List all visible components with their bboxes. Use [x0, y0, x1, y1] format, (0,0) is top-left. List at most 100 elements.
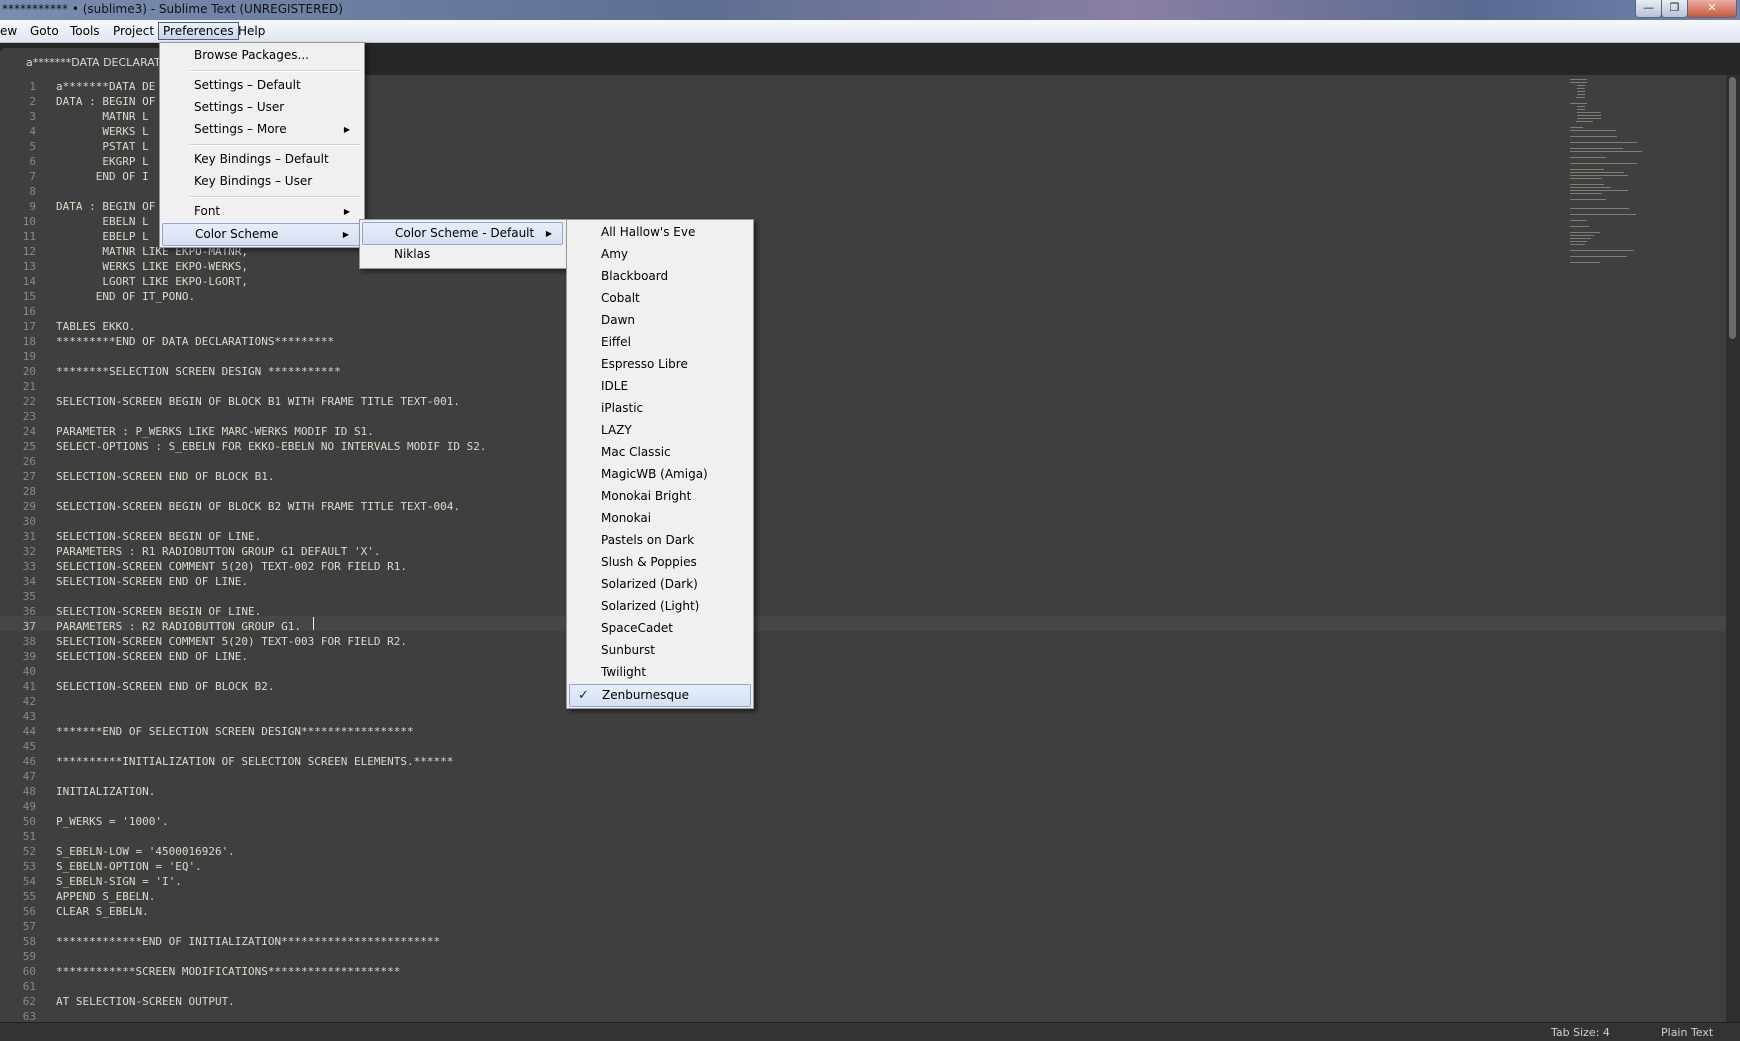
line-number: 48: [22, 785, 36, 798]
scheme-item[interactable]: Solarized (Dark): [569, 574, 751, 595]
code-line: PARAMETER : P_WERKS LIKE MARC-WERKS MODI…: [56, 425, 374, 438]
scheme-item-label: Monokai Bright: [601, 489, 692, 503]
window-title: *********** • (sublime3) - Sublime Text …: [2, 2, 343, 16]
line-number: 27: [22, 470, 36, 483]
scheme-item[interactable]: Twilight: [569, 662, 751, 683]
minimap-line: [1576, 97, 1585, 98]
maximize-button[interactable]: ❐: [1661, 0, 1688, 18]
scheme-item-label: iPlastic: [601, 401, 644, 415]
line-number: 51: [22, 830, 36, 843]
line-number: 21: [22, 380, 36, 393]
code-line: SELECTION-SCREEN END OF BLOCK B1.: [56, 470, 275, 483]
code-line: INITIALIZATION.: [56, 785, 156, 798]
menu-item-key-bindings-user[interactable]: Key Bindings – User: [162, 171, 360, 192]
file-tab[interactable]: a*******DATA DECLARATIO: [0, 48, 175, 75]
line-number: 2: [29, 95, 36, 108]
code-line: SELECTION-SCREEN COMMENT 5(20) TEXT-002 …: [56, 560, 407, 573]
menu-item-color-scheme-default[interactable]: Color Scheme - Default ▶: [362, 222, 563, 245]
menu-item-niklas[interactable]: Niklas: [362, 244, 563, 265]
syntax-indicator[interactable]: Plain Text: [1661, 1026, 1713, 1039]
scheme-item-label: Solarized (Light): [601, 599, 700, 613]
scheme-item[interactable]: MagicWB (Amiga): [569, 464, 751, 485]
menu-item-settings-user[interactable]: Settings – User: [162, 97, 360, 118]
line-number: 22: [22, 395, 36, 408]
scheme-item[interactable]: Blackboard: [569, 266, 751, 287]
menu-item-settings-more[interactable]: Settings – More ▶: [162, 119, 360, 140]
minimap-line: [1570, 226, 1589, 227]
scheme-item[interactable]: LAZY: [569, 420, 751, 441]
minimap-line: [1570, 130, 1617, 131]
menu-item-settings-default[interactable]: Settings – Default: [162, 75, 360, 96]
minimize-button[interactable]: —: [1635, 0, 1662, 18]
menu-item-key-bindings-default[interactable]: Key Bindings – Default: [162, 149, 360, 170]
scheme-item[interactable]: IDLE: [569, 376, 751, 397]
scheme-item-label: Dawn: [601, 313, 636, 327]
line-number: 58: [22, 935, 36, 948]
scheme-item-label: Zenburnesque: [602, 688, 689, 702]
code-line: END OF I: [56, 170, 149, 183]
scheme-item[interactable]: Mac Classic: [569, 442, 751, 463]
line-number: 28: [22, 485, 36, 498]
line-number: 46: [22, 755, 36, 768]
minimap-line: [1570, 127, 1584, 128]
menu-preferences[interactable]: Preferences: [158, 22, 239, 40]
minimap-line: [1577, 94, 1585, 95]
menu-tools[interactable]: Tools: [66, 23, 104, 39]
scheme-item[interactable]: Cobalt: [569, 288, 751, 309]
scheme-item[interactable]: All Hallow's Eve: [569, 222, 751, 243]
scheme-item[interactable]: Sunburst: [569, 640, 751, 661]
minimap-line: [1570, 142, 1638, 143]
scrollbar-thumb[interactable]: [1729, 77, 1736, 339]
vertical-scrollbar[interactable]: [1726, 75, 1740, 1022]
line-number: 32: [22, 545, 36, 558]
minimap-line: [1570, 256, 1628, 257]
status-bar: Tab Size: 4 Plain Text: [0, 1022, 1740, 1041]
menu-item-label: Settings – User: [194, 100, 285, 114]
menu-item-color-scheme[interactable]: Color Scheme ▶: [162, 223, 360, 246]
scheme-item[interactable]: ✓ Zenburnesque: [569, 684, 751, 707]
file-tab-label: a*******DATA DECLARATIO: [26, 56, 173, 69]
scheme-item[interactable]: Amy: [569, 244, 751, 265]
minimap-line: [1570, 136, 1618, 137]
scheme-item[interactable]: Solarized (Light): [569, 596, 751, 617]
scheme-item[interactable]: Monokai Bright: [569, 486, 751, 507]
close-button[interactable]: ✕: [1687, 0, 1737, 18]
menu-project[interactable]: Project: [109, 23, 158, 39]
line-number: 14: [22, 275, 36, 288]
code-line: *************END OF INITIALIZATION******…: [56, 935, 441, 948]
line-number: 37: [22, 620, 36, 633]
scheme-item-label: Amy: [601, 247, 628, 261]
line-number: 18: [22, 335, 36, 348]
line-number: 62: [22, 995, 36, 1008]
minimap-line: [1570, 220, 1587, 221]
code-line: SELECTION-SCREEN BEGIN OF LINE.: [56, 530, 262, 543]
line-number: 61: [22, 980, 36, 993]
menu-item-font[interactable]: Font ▶: [162, 201, 360, 222]
scheme-item[interactable]: Slush & Poppies: [569, 552, 751, 573]
menu-goto[interactable]: Goto: [26, 23, 63, 39]
minimap[interactable]: [1570, 75, 1726, 415]
code-line: SELECTION-SCREEN END OF BLOCK B2.: [56, 680, 275, 693]
scheme-item[interactable]: Monokai: [569, 508, 751, 529]
line-number: 13: [22, 260, 36, 273]
line-number: 60: [22, 965, 36, 978]
scheme-item[interactable]: Espresso Libre: [569, 354, 751, 375]
scheme-item[interactable]: Pastels on Dark: [569, 530, 751, 551]
line-number: 34: [22, 575, 36, 588]
line-number: 1: [29, 80, 36, 93]
menu-help[interactable]: Help: [234, 23, 269, 39]
scheme-item[interactable]: SpaceCadet: [569, 618, 751, 639]
line-number: 56: [22, 905, 36, 918]
line-number: 24: [22, 425, 36, 438]
tab-size-indicator[interactable]: Tab Size: 4: [1551, 1026, 1610, 1039]
scheme-item[interactable]: iPlastic: [569, 398, 751, 419]
minimap-line: [1577, 112, 1602, 113]
scheme-item[interactable]: Dawn: [569, 310, 751, 331]
line-number: 19: [22, 350, 36, 363]
menu-item-label: Browse Packages...: [194, 48, 309, 62]
menu-item-browse-packages[interactable]: Browse Packages...: [162, 45, 360, 66]
scheme-item[interactable]: Eiffel: [569, 332, 751, 353]
menu-view[interactable]: ew: [0, 23, 21, 39]
minimap-line: [1577, 88, 1585, 89]
minimap-line: [1577, 118, 1602, 119]
